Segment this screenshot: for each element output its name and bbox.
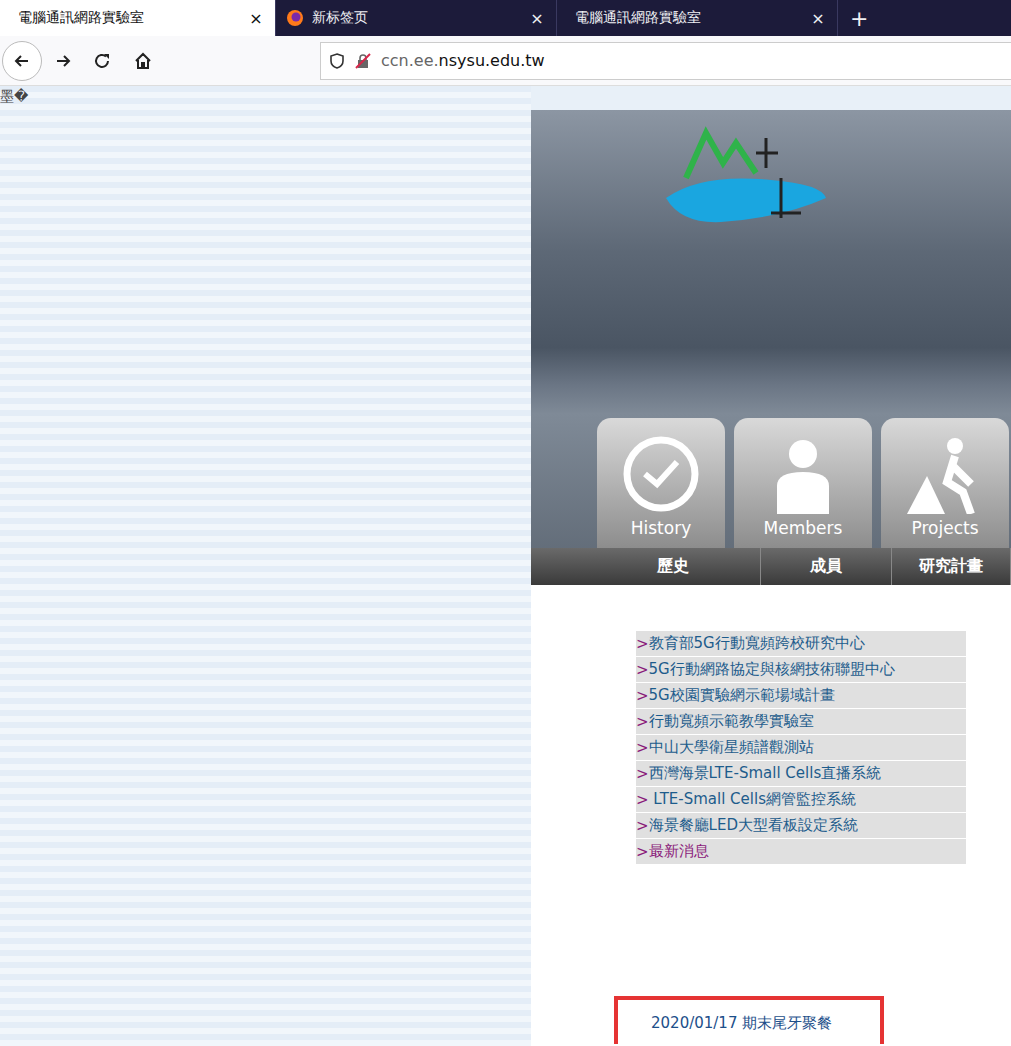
nav-label-bar: 歷史成員研究計畫 [531, 548, 1011, 585]
nav-sub-label[interactable]: 研究計畫 [892, 548, 1011, 585]
new-tab-button[interactable]: + [838, 0, 880, 36]
link-bullet: > [636, 817, 649, 835]
link-item[interactable]: >行動寬頻示範教學實驗室 [636, 709, 966, 734]
nav-bar: ccn.ee.nsysu.edu.tw [0, 36, 1011, 86]
header-photo: History Members Projects 歷史成員研究計畫 [531, 110, 1011, 585]
nav-tiles: History Members Projects [597, 418, 1009, 548]
link-text: 教育部5G行動寬頻跨校研究中心 [649, 634, 865, 653]
nav-sub-label[interactable]: 歷史 [531, 548, 761, 585]
address-bar[interactable]: ccn.ee.nsysu.edu.tw [320, 42, 1011, 80]
url-domain: nsysu.edu.tw [439, 51, 545, 70]
tile-label: History [631, 518, 691, 538]
right-column: HistoryMembersProjects歷史成員研究計畫>教育部5G行動寬頻… [531, 86, 1011, 1046]
home-button[interactable] [124, 42, 162, 80]
news-text: 2020/01/17 期末尾牙聚餐 [651, 1014, 832, 1032]
back-button[interactable] [2, 41, 42, 81]
link-text: 中山大學衛星頻譜觀測站 [649, 738, 814, 757]
tab-label: 電腦通訊網路實驗室 [18, 9, 239, 27]
url-prefix: ccn.ee. [381, 51, 439, 70]
link-item[interactable]: >教育部5G行動寬頻跨校研究中心 [636, 631, 966, 656]
shield-icon [329, 53, 345, 69]
person-icon [763, 434, 843, 514]
forward-button[interactable] [44, 42, 82, 80]
web-page: 墨�HistoryMembersProjects歷史成員研究計畫>教育部5G行動… [0, 86, 1011, 1046]
link-text: 5G行動網路協定與核網技術聯盟中心 [649, 660, 895, 679]
tile-label: Projects [911, 518, 978, 538]
link-bullet: > [636, 765, 649, 783]
left-column: 墨� [0, 86, 531, 1046]
tab-bar: 電腦通訊網路實驗室 × 新标签页 × 電腦通訊網路實驗室 × + [0, 0, 1011, 36]
worker-icon [905, 434, 985, 514]
reload-icon [94, 53, 112, 69]
tile-label: Members [764, 518, 843, 538]
nav-sub-label[interactable]: 成員 [761, 548, 892, 585]
nav-tile[interactable]: History [597, 418, 725, 548]
link-bullet: > [636, 791, 649, 809]
link-bullet: > [636, 739, 649, 757]
tab-label: 電腦通訊網路實驗室 [575, 9, 801, 27]
reload-button[interactable] [84, 42, 122, 80]
home-icon [134, 52, 152, 70]
link-bullet: > [636, 661, 649, 679]
link-list: >教育部5G行動寬頻跨校研究中心>5G行動網路協定與核網技術聯盟中心>5G校園實… [636, 631, 966, 864]
link-item[interactable]: >5G校園實驗網示範場域計畫 [636, 683, 966, 708]
link-text: 西灣海景LTE-Small Cells直播系統 [649, 764, 882, 783]
clock-icon [621, 434, 701, 514]
back-arrow-icon [13, 53, 31, 69]
link-item[interactable]: >中山大學衛星頻譜觀測站 [636, 735, 966, 760]
insecure-lock-icon [355, 53, 371, 69]
tab-label: 新标签页 [312, 9, 520, 27]
top-strip [531, 86, 1011, 110]
url-text: ccn.ee.nsysu.edu.tw [381, 51, 545, 70]
browser-tab[interactable]: 電腦通訊網路實驗室 × [557, 0, 838, 36]
link-item[interactable]: > LTE-Small Cells網管監控系統 [636, 787, 966, 812]
link-item[interactable]: >最新消息 [636, 839, 966, 864]
forward-arrow-icon [54, 53, 72, 69]
link-text: 5G校園實驗網示範場域計畫 [649, 686, 835, 705]
link-bullet: > [636, 843, 649, 861]
link-item[interactable]: >5G行動網路協定與核網技術聯盟中心 [636, 657, 966, 682]
nav-tile[interactable]: Projects [881, 418, 1009, 548]
link-bullet: > [636, 713, 649, 731]
close-tab-button[interactable]: × [528, 9, 546, 28]
link-item[interactable]: >海景餐廳LED大型看板設定系統 [636, 813, 966, 838]
link-text: LTE-Small Cells網管監控系統 [649, 790, 856, 809]
link-text: 行動寬頻示範教學實驗室 [649, 712, 814, 731]
firefox-icon [286, 9, 304, 27]
close-tab-button[interactable]: × [247, 9, 265, 28]
news-item[interactable]: 2020/01/17 期末尾牙聚餐 [614, 996, 884, 1044]
link-bullet: > [636, 687, 649, 705]
garbled-text: 墨� [0, 86, 531, 106]
link-text: 海景餐廳LED大型看板設定系統 [649, 816, 858, 835]
browser-tab[interactable]: 新标签页 × [276, 0, 557, 36]
browser-tab[interactable]: 電腦通訊網路實驗室 × [0, 0, 276, 36]
close-tab-button[interactable]: × [809, 9, 827, 28]
university-logo-icon [661, 118, 831, 228]
link-bullet: > [636, 635, 649, 653]
link-text: 最新消息 [649, 842, 709, 861]
link-item[interactable]: >西灣海景LTE-Small Cells直播系統 [636, 761, 966, 786]
nav-tile[interactable]: Members [734, 418, 872, 548]
